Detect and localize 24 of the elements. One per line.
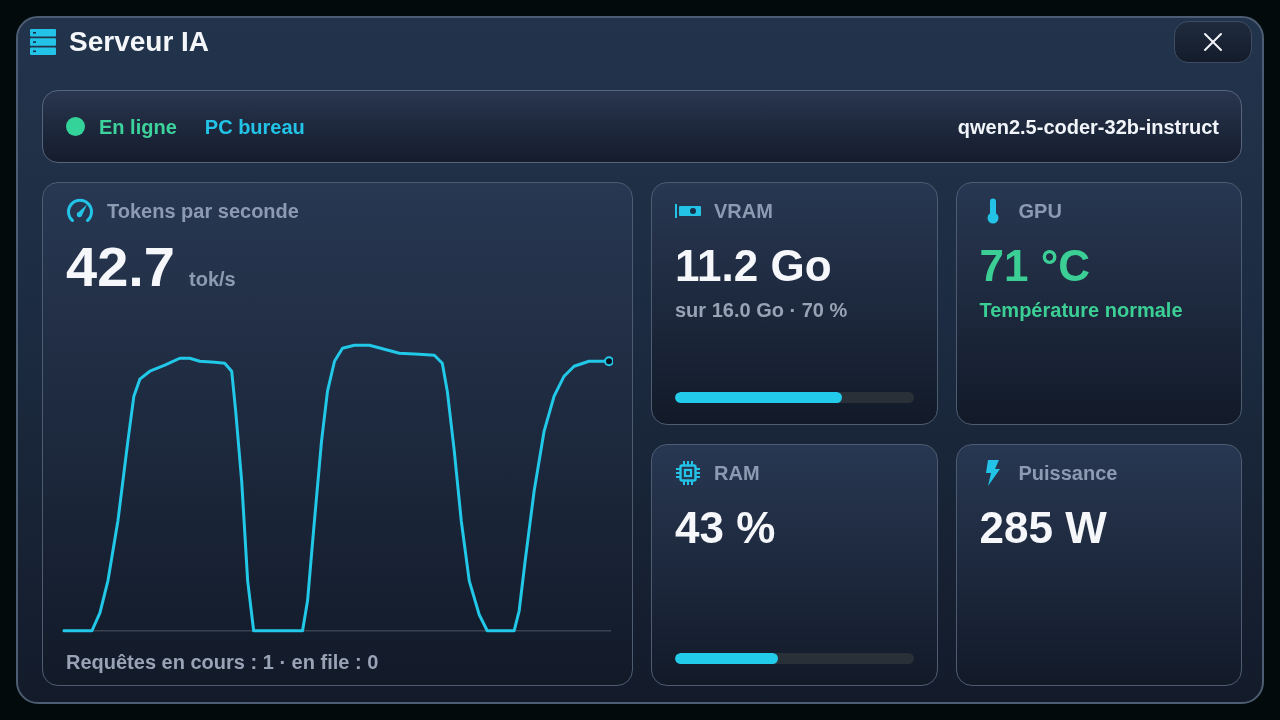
status-text: En ligne [99,114,177,140]
close-button[interactable] [1174,21,1252,63]
metric-label: GPU [1018,199,1062,223]
metric-label: RAM [714,460,760,485]
card-title: Tokens par seconde [107,199,299,223]
server-icon [30,29,56,55]
metric-value: 285 W [979,505,1108,550]
model-name: qwen2.5-coder-32b-instruct [957,114,1219,140]
metric-label: VRAM [714,199,773,223]
metric-label: Puissance [1018,460,1118,485]
graphics-card-icon [675,204,701,218]
chip-icon [675,459,701,486]
throughput-value: 42.7 [66,239,175,295]
metric-detail: sur 16.0 Go · 70 % [675,298,849,322]
metric-value: 43 % [675,505,777,550]
window-title: Serveur IA [69,25,210,59]
host-name: PC bureau [204,114,305,140]
metric-detail: Température normale [979,298,1184,322]
metric-value: 11.2 Go [675,244,833,288]
metric-value: 71 °C [979,244,1092,288]
queue-status-text: Requêtes en cours : 1 · en file : 0 [66,650,380,674]
unit-label: tok/s [189,267,236,292]
close-icon [1203,32,1223,52]
gauge-icon [66,198,94,224]
